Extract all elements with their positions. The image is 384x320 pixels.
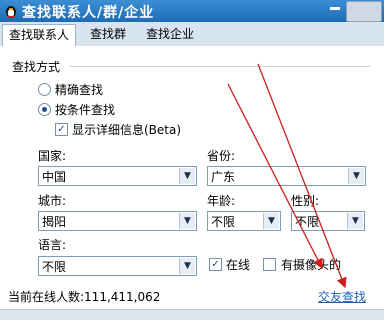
annotation-arrow (257, 63, 347, 289)
annotation-arrows (227, 63, 347, 289)
annotation-arrow (227, 83, 323, 270)
